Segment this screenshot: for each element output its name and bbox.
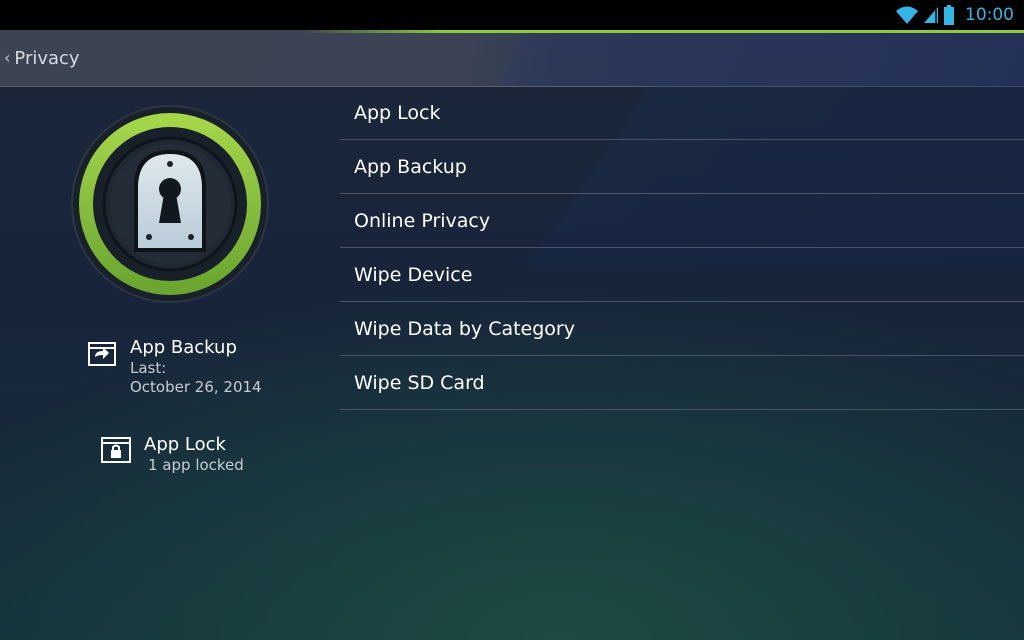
app-lock-status[interactable]: App Lock 1 app locked xyxy=(100,434,244,475)
app-lock-text: App Lock 1 app locked xyxy=(144,434,244,475)
privacy-menu: App Lock App Backup Online Privacy Wipe … xyxy=(340,86,1024,410)
action-bar: ‹ Privacy xyxy=(0,30,1024,87)
menu-item-wipe-sd-card[interactable]: Wipe SD Card xyxy=(340,356,1024,410)
status-bar: 10:00 xyxy=(0,0,1024,30)
clock: 10:00 xyxy=(965,5,1014,25)
menu-item-wipe-device[interactable]: Wipe Device xyxy=(340,248,1024,302)
menu-item-app-backup[interactable]: App Backup xyxy=(340,140,1024,194)
action-bar-accent-line xyxy=(300,30,1024,33)
battery-icon xyxy=(944,5,954,25)
keyhole-lock-icon xyxy=(70,104,270,304)
back-button[interactable]: ‹ Privacy xyxy=(4,44,80,72)
page-title: Privacy xyxy=(14,47,80,69)
app-backup-date: October 26, 2014 xyxy=(130,378,262,396)
menu-item-online-privacy[interactable]: Online Privacy xyxy=(340,194,1024,248)
wifi-icon xyxy=(896,6,918,24)
backup-restore-icon xyxy=(88,342,116,366)
app-backup-last-label: Last: xyxy=(130,359,167,377)
signal-icon xyxy=(924,7,938,23)
app-lock-count: 1 app locked xyxy=(148,456,244,474)
app-backup-title: App Backup xyxy=(130,337,237,358)
app-lock-title: App Lock xyxy=(144,434,226,455)
menu-item-wipe-data-by-category[interactable]: Wipe Data by Category xyxy=(340,302,1024,356)
chevron-left-icon: ‹ xyxy=(4,48,11,67)
menu-item-app-lock[interactable]: App Lock xyxy=(340,86,1024,140)
app-backup-status[interactable]: App Backup Last: October 26, 2014 xyxy=(86,337,262,397)
action-bar-sheen xyxy=(460,30,1024,86)
locked-app-icon xyxy=(101,437,131,463)
app-backup-text: App Backup Last: October 26, 2014 xyxy=(130,337,262,397)
status-icons: 10:00 xyxy=(895,3,1014,27)
